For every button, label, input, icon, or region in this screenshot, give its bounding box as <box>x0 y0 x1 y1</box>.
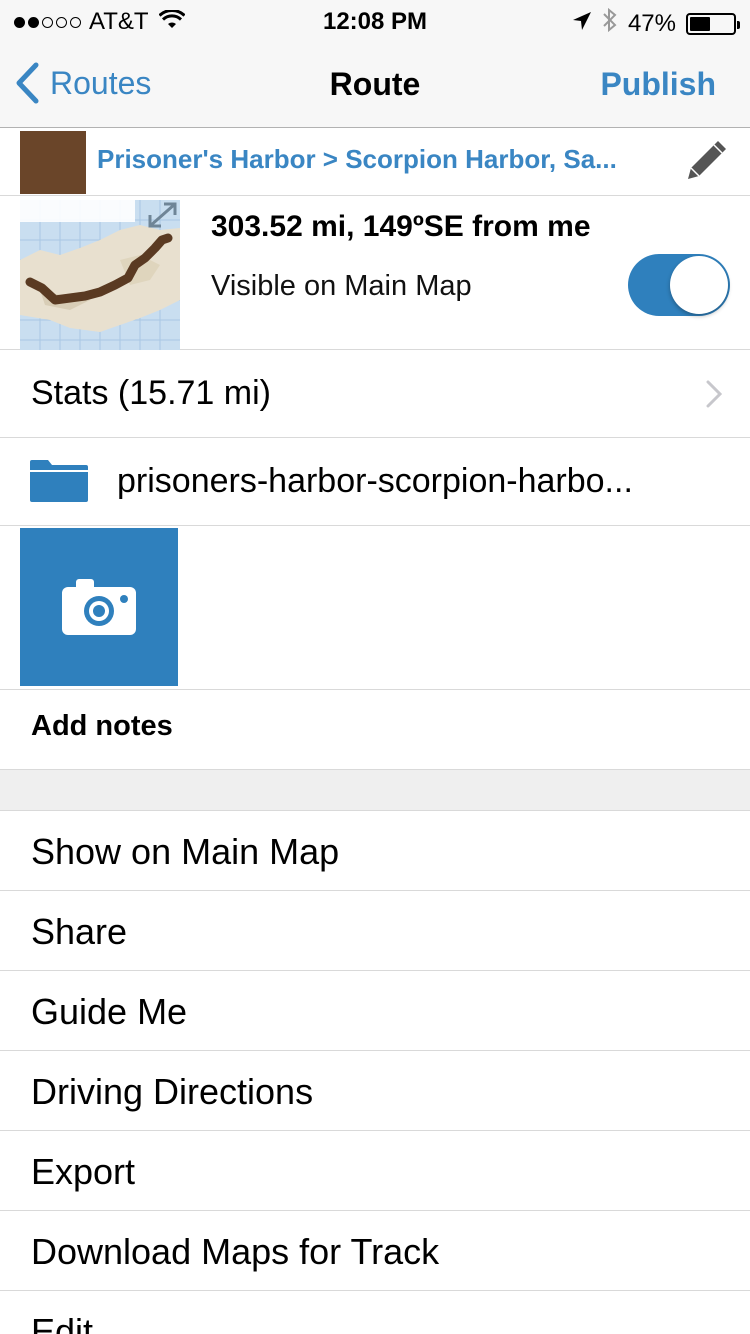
stats-label: Stats (15.71 mi) <box>31 374 271 412</box>
action-label: Show on Main Map <box>31 831 340 872</box>
action-edit[interactable]: Edit <box>0 1291 750 1334</box>
route-color-swatch[interactable] <box>20 131 86 194</box>
status-bar: AT&T 12:08 PM 47% <box>0 0 750 40</box>
action-export[interactable]: Export <box>0 1131 750 1211</box>
action-label: Share <box>31 911 128 952</box>
stats-row[interactable]: Stats (15.71 mi) <box>0 350 750 438</box>
folder-row[interactable]: prisoners-harbor-scorpion-harbo... <box>0 438 750 526</box>
action-label: Guide Me <box>31 991 188 1032</box>
add-notes-row[interactable]: Add notes <box>0 690 750 770</box>
navigation-bar: Routes Route Publish <box>0 40 750 128</box>
add-photo-button[interactable] <box>20 528 178 686</box>
route-name[interactable]: Prisoner's Harbor > Scorpion Harbor, Sa.… <box>97 144 677 175</box>
chevron-right-icon <box>706 380 723 413</box>
pencil-icon[interactable] <box>682 137 730 190</box>
photos-row <box>0 526 750 690</box>
action-share[interactable]: Share <box>0 891 750 971</box>
action-guide-me[interactable]: Guide Me <box>0 971 750 1051</box>
folder-icon <box>30 460 88 507</box>
section-separator <box>0 770 750 811</box>
add-notes-label: Add notes <box>31 710 173 742</box>
battery-level <box>690 16 710 31</box>
visible-on-main-map-label: Visible on Main Map <box>211 270 472 302</box>
route-map-row: 303.52 mi, 149ºSE from me Visible on Mai… <box>0 196 750 350</box>
bluetooth-icon <box>602 7 618 39</box>
location-arrow-icon <box>572 10 592 38</box>
action-download-maps-for-track[interactable]: Download Maps for Track <box>0 1211 750 1291</box>
folder-name: prisoners-harbor-scorpion-harbo... <box>117 462 633 500</box>
publish-button[interactable]: Publish <box>600 66 716 103</box>
camera-icon <box>62 579 136 635</box>
action-label: Download Maps for Track <box>31 1231 440 1272</box>
battery-icon <box>686 12 740 35</box>
visible-on-main-map-toggle[interactable] <box>628 254 730 316</box>
action-label: Export <box>31 1151 136 1192</box>
actions-list: Show on Main Map Share Guide Me Driving … <box>0 811 750 1334</box>
route-map-thumbnail[interactable] <box>20 200 180 350</box>
action-show-on-main-map[interactable]: Show on Main Map <box>0 811 750 891</box>
action-label: Driving Directions <box>31 1071 314 1112</box>
action-driving-directions[interactable]: Driving Directions <box>0 1051 750 1131</box>
route-header: Prisoner's Harbor > Scorpion Harbor, Sa.… <box>0 128 750 196</box>
distance-bearing-text: 303.52 mi, 149ºSE from me <box>211 210 591 243</box>
status-right: 47% <box>572 7 740 39</box>
toggle-knob <box>670 256 728 314</box>
battery-percent: 47% <box>627 9 676 37</box>
action-label: Edit <box>31 1311 94 1334</box>
